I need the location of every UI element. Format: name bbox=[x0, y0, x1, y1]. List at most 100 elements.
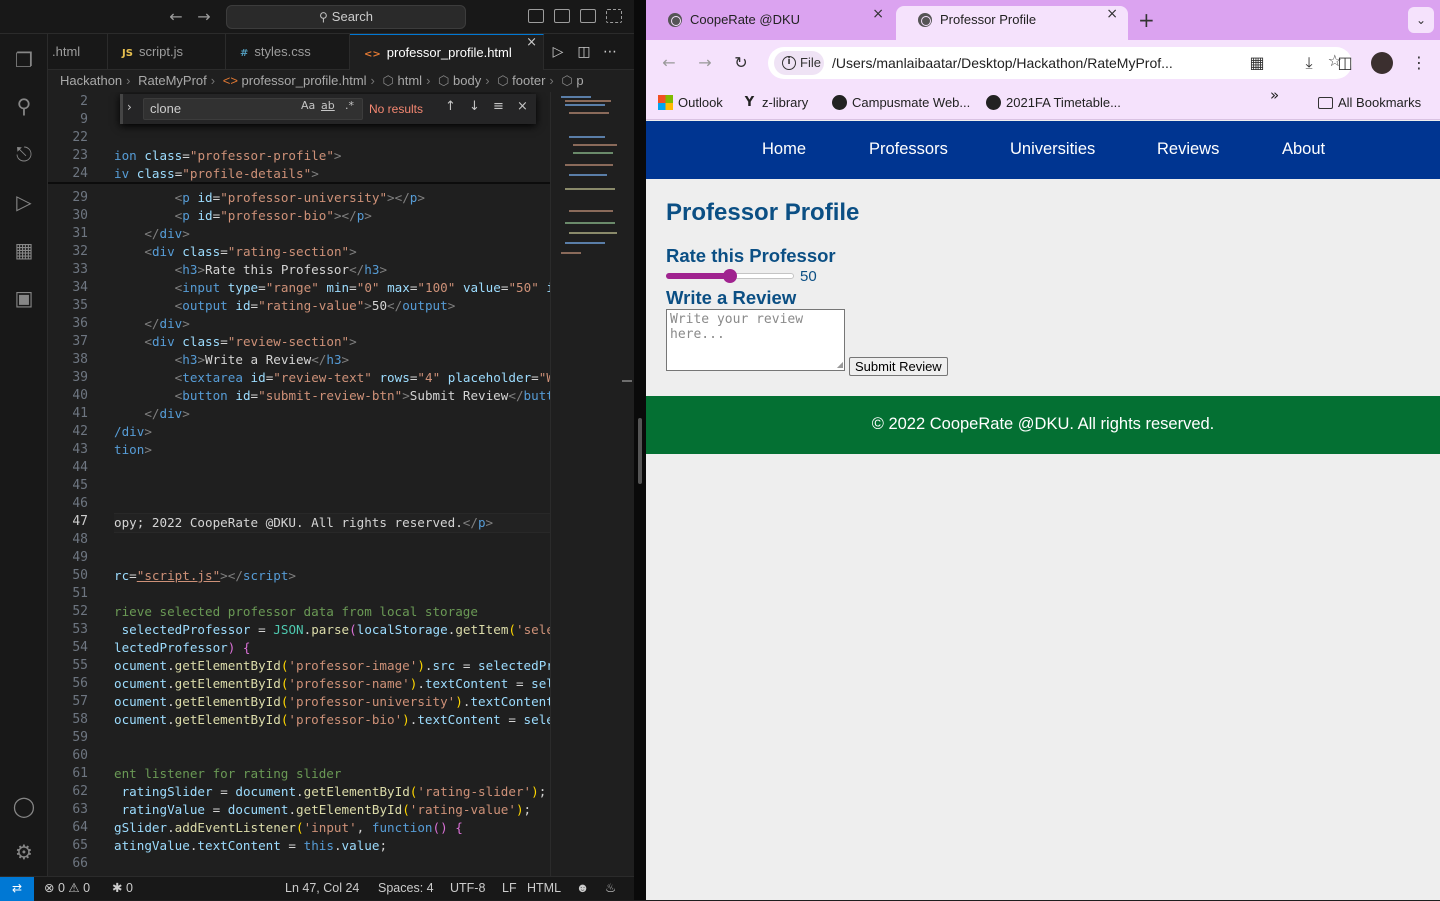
html-file-icon: <> bbox=[364, 49, 381, 60]
toggle-primary-sidebar-icon[interactable] bbox=[528, 9, 544, 23]
indentation[interactable]: Spaces: 4 bbox=[378, 877, 434, 900]
remote-explorer-icon[interactable]: ▣ bbox=[12, 286, 36, 310]
explorer-icon[interactable]: ❐ bbox=[12, 48, 36, 72]
forward-arrow-icon[interactable]: → bbox=[194, 7, 214, 27]
nav-link-home[interactable]: Home bbox=[762, 121, 806, 179]
ports-indicator[interactable]: ✱ 0 bbox=[112, 877, 133, 900]
more-bookmarks-chevron-icon[interactable]: » bbox=[1270, 86, 1279, 120]
code-line: ocument.getElementById('professor-univer… bbox=[114, 694, 550, 709]
command-center-search[interactable]: ⚲ Search bbox=[226, 5, 466, 29]
code-text-area[interactable]: \ ion class="professor-profile"> iv clas… bbox=[114, 92, 550, 876]
line-number: 64 bbox=[72, 820, 88, 835]
copilot-icon[interactable]: ☻ bbox=[576, 877, 589, 900]
forward-arrow-icon[interactable]: → bbox=[694, 52, 716, 74]
close-icon[interactable]: × bbox=[872, 6, 884, 22]
code-editor[interactable]: 2 9 22 23 24 29 30 31 32 33 34 35 36 37 … bbox=[48, 92, 634, 876]
customize-layout-icon[interactable] bbox=[606, 9, 622, 23]
account-icon[interactable]: ◯ bbox=[12, 794, 36, 818]
run-icon[interactable]: ▷ bbox=[548, 42, 568, 62]
language-mode[interactable]: HTML bbox=[527, 877, 561, 900]
profile-avatar[interactable] bbox=[1371, 52, 1393, 74]
bookmark-timetable[interactable]: 2021FA Timetable... bbox=[986, 86, 1121, 120]
line-number: 50 bbox=[72, 568, 88, 583]
use-regex-icon[interactable]: .* bbox=[345, 99, 354, 112]
remote-indicator-icon[interactable]: ⇄ bbox=[0, 877, 34, 901]
close-icon[interactable]: × bbox=[526, 35, 537, 50]
split-drag-handle[interactable] bbox=[638, 418, 642, 484]
review-textarea[interactable]: Write your review here... ◢ bbox=[666, 309, 845, 371]
tab-html-file[interactable]: .html bbox=[48, 34, 108, 70]
submit-review-button[interactable]: Submit Review bbox=[849, 357, 948, 376]
back-arrow-icon[interactable]: ← bbox=[166, 7, 186, 27]
vertical-scrollbar[interactable] bbox=[620, 92, 634, 876]
extensions-icon[interactable]: ▦ bbox=[12, 238, 36, 262]
footer-copyright: © 2022 CoopeRate @DKU. All rights reserv… bbox=[871, 415, 1215, 433]
match-whole-word-icon[interactable]: ab bbox=[321, 99, 335, 112]
breadcrumb-item[interactable]: Hackathon bbox=[60, 73, 122, 88]
end-of-line[interactable]: LF bbox=[502, 877, 517, 900]
tab-search-chevron-icon[interactable]: ⌄ bbox=[1408, 7, 1434, 33]
extensions-puzzle-icon[interactable]: ▦ bbox=[1246, 52, 1268, 74]
encoding[interactable]: UTF-8 bbox=[450, 877, 485, 900]
site-info-chip[interactable]: i File bbox=[774, 51, 824, 75]
previous-match-icon[interactable]: ↑ bbox=[445, 99, 456, 114]
code-line: <h3>Rate this Professor</h3> bbox=[174, 262, 388, 277]
find-in-selection-icon[interactable]: ≡ bbox=[493, 99, 504, 114]
breadcrumb-item[interactable]: professor_profile.html bbox=[242, 73, 367, 88]
cursor-position[interactable]: Ln 47, Col 24 bbox=[285, 877, 359, 900]
code-line: <div class="review-section"> bbox=[144, 334, 357, 349]
breadcrumb-item[interactable]: html bbox=[398, 73, 423, 88]
notifications-bell-icon[interactable]: ♨ bbox=[605, 877, 616, 900]
minimap-line bbox=[565, 164, 613, 166]
close-icon[interactable]: × bbox=[517, 99, 528, 114]
browser-tab-cooperate[interactable]: CoopeRate @DKU × bbox=[646, 6, 894, 40]
new-tab-plus-icon[interactable]: + bbox=[1138, 8, 1155, 32]
toggle-replace-chevron-icon[interactable]: › bbox=[127, 100, 132, 114]
split-editor-icon[interactable]: ◫ bbox=[574, 42, 594, 62]
more-menu-icon[interactable]: ⋮ bbox=[1408, 52, 1430, 74]
nav-link-reviews[interactable]: Reviews bbox=[1157, 121, 1219, 179]
all-bookmarks-folder[interactable]: All Bookmarks bbox=[1318, 86, 1421, 120]
run-debug-icon[interactable]: ▷ bbox=[12, 190, 36, 214]
bookmark-outlook[interactable]: Outlook bbox=[658, 86, 723, 120]
rating-slider[interactable] bbox=[666, 269, 794, 283]
nav-link-universities[interactable]: Universities bbox=[1010, 121, 1095, 179]
breadcrumb-item[interactable]: RateMyProf bbox=[138, 73, 207, 88]
download-icon[interactable]: ⤓ bbox=[1298, 52, 1320, 74]
code-line: lectedProfessor) { bbox=[114, 640, 251, 655]
breadcrumb-item[interactable]: footer bbox=[512, 73, 545, 88]
slider-thumb[interactable] bbox=[723, 269, 737, 283]
back-arrow-icon[interactable]: ← bbox=[658, 52, 680, 74]
url-text[interactable]: /Users/manlaibaatar/Desktop/Hackathon/Ra… bbox=[832, 47, 1202, 79]
minimap[interactable] bbox=[550, 92, 620, 876]
tab-script-js[interactable]: JS script.js bbox=[108, 34, 226, 70]
nav-link-professors[interactable]: Professors bbox=[869, 121, 948, 179]
reload-icon[interactable]: ↻ bbox=[730, 52, 752, 74]
tab-professor-profile-html[interactable]: <> professor_profile.html × bbox=[350, 34, 544, 70]
resize-grip-icon[interactable]: ◢ bbox=[837, 360, 843, 369]
breadcrumb-item[interactable]: p bbox=[576, 73, 583, 88]
bookmark-z-library[interactable]: Yz-library bbox=[742, 86, 808, 120]
source-control-icon[interactable]: ⎋ bbox=[12, 142, 36, 166]
browser-tab-professor-profile[interactable]: Professor Profile × bbox=[896, 6, 1128, 40]
close-icon[interactable]: × bbox=[1106, 6, 1118, 22]
vscode-titlebar: ← → ⚲ Search bbox=[0, 0, 634, 34]
more-actions-icon[interactable]: ⋯ bbox=[600, 42, 620, 62]
breadcrumb-item[interactable]: body bbox=[453, 73, 481, 88]
side-panel-icon[interactable]: ◫ bbox=[1334, 52, 1356, 74]
problems-indicator[interactable]: ⊗ 0 ⚠ 0 bbox=[44, 877, 90, 900]
next-match-icon[interactable]: ↓ bbox=[469, 99, 480, 114]
status-bar: ⇄ ⊗ 0 ⚠ 0 ✱ 0 Ln 47, Col 24 Spaces: 4 UT… bbox=[0, 876, 634, 901]
scrollbar-thumb[interactable] bbox=[622, 380, 632, 382]
match-case-icon[interactable]: Aa bbox=[301, 99, 315, 112]
nav-link-about[interactable]: About bbox=[1282, 121, 1325, 179]
toggle-panel-icon[interactable] bbox=[554, 9, 570, 23]
tab-styles-css[interactable]: # styles.css bbox=[226, 34, 350, 70]
element-icon: ⬡ bbox=[382, 73, 394, 88]
warning-count: 0 bbox=[83, 881, 91, 895]
search-icon[interactable]: ⚲ bbox=[12, 94, 36, 118]
bookmark-campusmate[interactable]: Campusmate Web... bbox=[832, 86, 970, 120]
gear-icon[interactable]: ⚙ bbox=[12, 840, 36, 864]
toggle-secondary-sidebar-icon[interactable] bbox=[580, 9, 596, 23]
line-number: 37 bbox=[72, 334, 88, 349]
